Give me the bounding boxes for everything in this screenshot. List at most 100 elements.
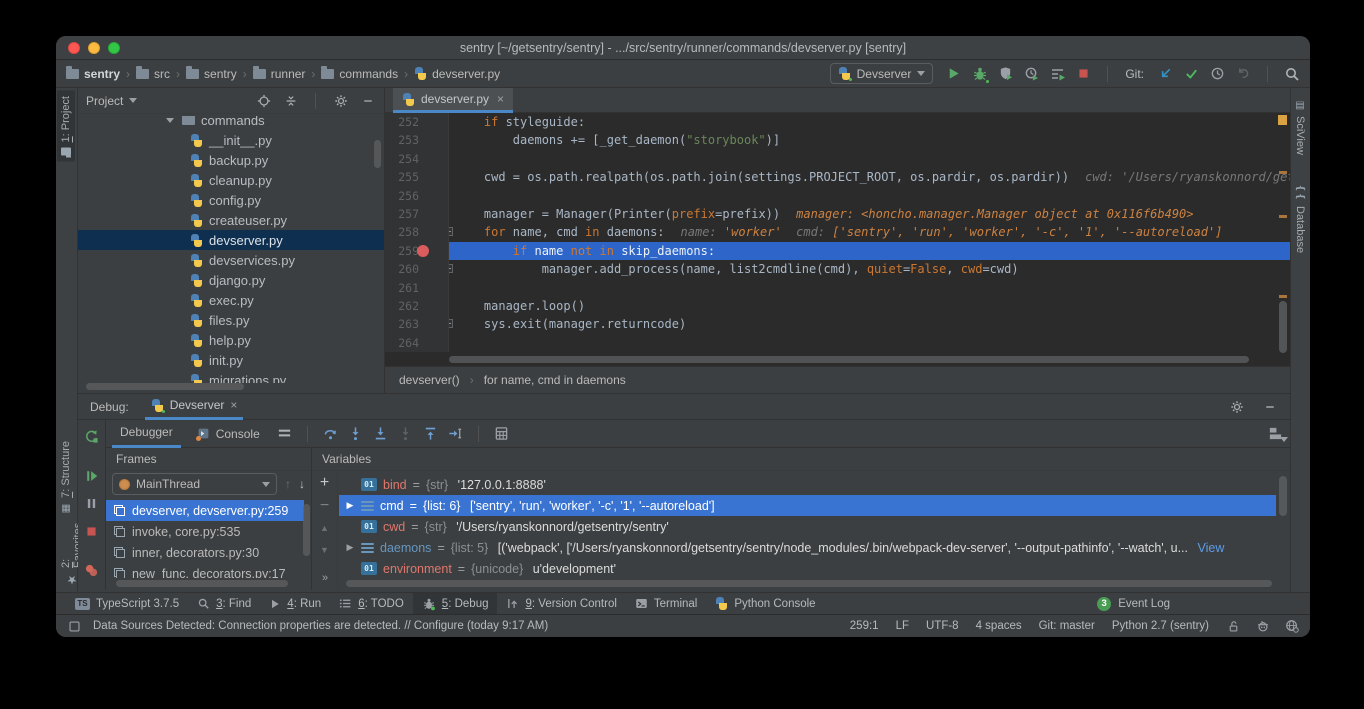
close-window-button[interactable] bbox=[68, 42, 80, 54]
evaluate-expression-button[interactable] bbox=[493, 425, 510, 442]
chevron-down-icon[interactable] bbox=[129, 98, 137, 103]
thread-select[interactable]: MainThread bbox=[112, 473, 277, 495]
coverage-button[interactable] bbox=[997, 65, 1014, 82]
remove-watch-button[interactable]: − bbox=[320, 501, 329, 511]
gutter-line-256[interactable]: 256 bbox=[385, 187, 449, 205]
hide-panel-button[interactable] bbox=[359, 92, 376, 109]
tree-item-cleanup.py[interactable]: cleanup.py bbox=[78, 170, 384, 190]
tab-debugger[interactable]: Debugger bbox=[112, 420, 181, 448]
status-widget[interactable]: Python 2.7 (sentry) bbox=[1112, 620, 1209, 632]
fold-marker-icon[interactable] bbox=[449, 264, 453, 273]
breadcrumb-item-sentry2[interactable]: sentry bbox=[186, 67, 237, 81]
frames-horizontal-scrollbar[interactable] bbox=[116, 580, 288, 587]
code-line-260[interactable]: 260 manager.add_process(name, list2cmdli… bbox=[385, 260, 1290, 278]
code-line-261[interactable]: 261 bbox=[385, 279, 1290, 297]
breakpoint-icon[interactable] bbox=[417, 245, 429, 257]
gutter-line-259[interactable]: 259 bbox=[385, 242, 449, 260]
breadcrumb-item-src[interactable]: src bbox=[136, 67, 170, 81]
toolwindow-button-python-console[interactable]: Python Console bbox=[706, 593, 824, 615]
layout-settings-icon[interactable] bbox=[276, 425, 293, 442]
variables-vertical-scrollbar[interactable] bbox=[1279, 476, 1287, 516]
locate-file-button[interactable] bbox=[255, 92, 272, 109]
variable-row-daemons[interactable]: ▶ daemons = {list: 5} [('webpack', ['/Us… bbox=[339, 537, 1276, 558]
tree-folder-commands[interactable]: commands bbox=[78, 116, 384, 130]
frame-item[interactable]: invoke, core.py:535 bbox=[106, 521, 304, 542]
editor-vertical-scrollbar[interactable] bbox=[1279, 301, 1287, 353]
tree-item-files.py[interactable]: files.py bbox=[78, 310, 384, 330]
view-breakpoints-button[interactable] bbox=[83, 562, 100, 579]
toolwindow-button-typescript-[interactable]: TSTypeScript 3.7.5 bbox=[66, 593, 188, 615]
gutter-line-258[interactable]: 258 bbox=[385, 223, 449, 241]
more-actions-button[interactable]: » bbox=[322, 572, 327, 584]
breadcrumb-item-commands[interactable]: commands bbox=[321, 67, 398, 81]
search-everywhere-icon[interactable] bbox=[1283, 65, 1300, 82]
toolwindow-button--run[interactable]: 4: Run bbox=[260, 593, 330, 615]
gutter-line-255[interactable]: 255 bbox=[385, 168, 449, 186]
expand-icon[interactable]: ▶ bbox=[345, 542, 355, 553]
code-area[interactable]: 252 if styleguide: 253 daemons += [_get_… bbox=[385, 113, 1290, 352]
run-button[interactable] bbox=[945, 65, 962, 82]
gutter-line-254[interactable]: 254 bbox=[385, 150, 449, 168]
lock-icon[interactable] bbox=[1225, 618, 1242, 635]
gutter-line-253[interactable]: 253 bbox=[385, 131, 449, 149]
gutter-line-260[interactable]: 260 bbox=[385, 260, 449, 278]
git-commit-button[interactable] bbox=[1183, 65, 1200, 82]
frame-item[interactable]: devserver, devserver.py:259 bbox=[106, 500, 304, 521]
inspections-hector-icon[interactable] bbox=[1254, 618, 1271, 635]
sidebar-item-project[interactable]: 1: Project bbox=[57, 90, 75, 161]
force-step-into-button[interactable] bbox=[372, 425, 389, 442]
tree-item-__init__.py[interactable]: __init__.py bbox=[78, 130, 384, 150]
code-line-264[interactable]: 264 bbox=[385, 334, 1290, 352]
tree-item-migrations.py[interactable]: migrations.py bbox=[78, 370, 384, 383]
code-style-settings-icon[interactable] bbox=[1283, 618, 1300, 635]
breadcrumb-statement[interactable]: for name, cmd in daemons bbox=[484, 373, 626, 387]
frames-vertical-scrollbar[interactable] bbox=[303, 504, 310, 556]
rollback-button[interactable] bbox=[1235, 65, 1252, 82]
editor-tab-devserver[interactable]: devserver.py × bbox=[393, 88, 513, 113]
code-line-254[interactable]: 254 bbox=[385, 150, 1290, 168]
expand-icon[interactable]: ▶ bbox=[345, 500, 355, 511]
sidebar-item-structure[interactable]: ▦ 7: Structure bbox=[57, 436, 75, 519]
move-down-button[interactable]: ▼ bbox=[320, 545, 329, 555]
reader-mode-icon[interactable] bbox=[66, 618, 83, 635]
close-icon[interactable]: × bbox=[497, 92, 504, 106]
project-horizontal-scrollbar[interactable] bbox=[86, 383, 244, 390]
code-line-255[interactable]: 255 cwd = os.path.realpath(os.path.join(… bbox=[385, 168, 1290, 186]
status-widget[interactable]: UTF-8 bbox=[926, 620, 959, 632]
variables-horizontal-scrollbar[interactable] bbox=[346, 580, 1272, 587]
view-value-link[interactable]: View bbox=[1194, 541, 1224, 555]
variable-row-bind[interactable]: 01 bind = {str} '127.0.0.1:8888' bbox=[339, 474, 1276, 495]
toolwindow-button--version-control[interactable]: 9: Version Control bbox=[497, 593, 625, 615]
tree-item-help.py[interactable]: help.py bbox=[78, 330, 384, 350]
code-line-263[interactable]: 263 sys.exit(manager.returncode) bbox=[385, 315, 1290, 333]
variable-row-environment[interactable]: 01 environment = {unicode} u'development… bbox=[339, 558, 1276, 578]
gutter-line-261[interactable]: 261 bbox=[385, 279, 449, 297]
project-panel-title[interactable]: Project bbox=[86, 94, 123, 108]
tree-item-config.py[interactable]: config.py bbox=[78, 190, 384, 210]
tree-item-devserver.py[interactable]: devserver.py bbox=[78, 230, 384, 250]
tree-item-backup.py[interactable]: backup.py bbox=[78, 150, 384, 170]
git-update-button[interactable] bbox=[1157, 65, 1174, 82]
gutter-line-263[interactable]: 263 bbox=[385, 315, 449, 333]
code-line-256[interactable]: 256 bbox=[385, 187, 1290, 205]
frame-item[interactable]: new_func, decorators.py:17 bbox=[106, 563, 304, 578]
hide-panel-button[interactable] bbox=[1261, 398, 1278, 415]
code-line-258[interactable]: 258 for name, cmd in daemons:name: 'work… bbox=[385, 223, 1290, 241]
gutter-line-252[interactable]: 252 bbox=[385, 113, 449, 131]
close-icon[interactable]: × bbox=[230, 398, 237, 412]
status-widget[interactable]: Git: master bbox=[1039, 620, 1095, 632]
gutter-line-262[interactable]: 262 bbox=[385, 297, 449, 315]
status-widget[interactable]: 259:1 bbox=[850, 620, 879, 632]
breadcrumb-item-runner[interactable]: runner bbox=[253, 67, 306, 81]
debug-button[interactable] bbox=[971, 65, 988, 82]
variable-row-cmd[interactable]: ▶ cmd = {list: 6} ['sentry', 'run', 'wor… bbox=[339, 495, 1276, 516]
tab-console[interactable]: Console bbox=[189, 420, 268, 448]
restore-layout-button[interactable] bbox=[1267, 425, 1284, 442]
run-to-cursor-button[interactable] bbox=[447, 425, 464, 442]
move-up-button[interactable]: ▲ bbox=[320, 523, 329, 533]
gutter-line-257[interactable]: 257 bbox=[385, 205, 449, 223]
toolwindow-button--todo[interactable]: 6: TODO bbox=[330, 593, 413, 615]
editor-error-stripe[interactable] bbox=[1276, 113, 1290, 352]
resume-button[interactable] bbox=[83, 467, 100, 484]
toolwindow-button--find[interactable]: 3: Find bbox=[188, 593, 260, 615]
